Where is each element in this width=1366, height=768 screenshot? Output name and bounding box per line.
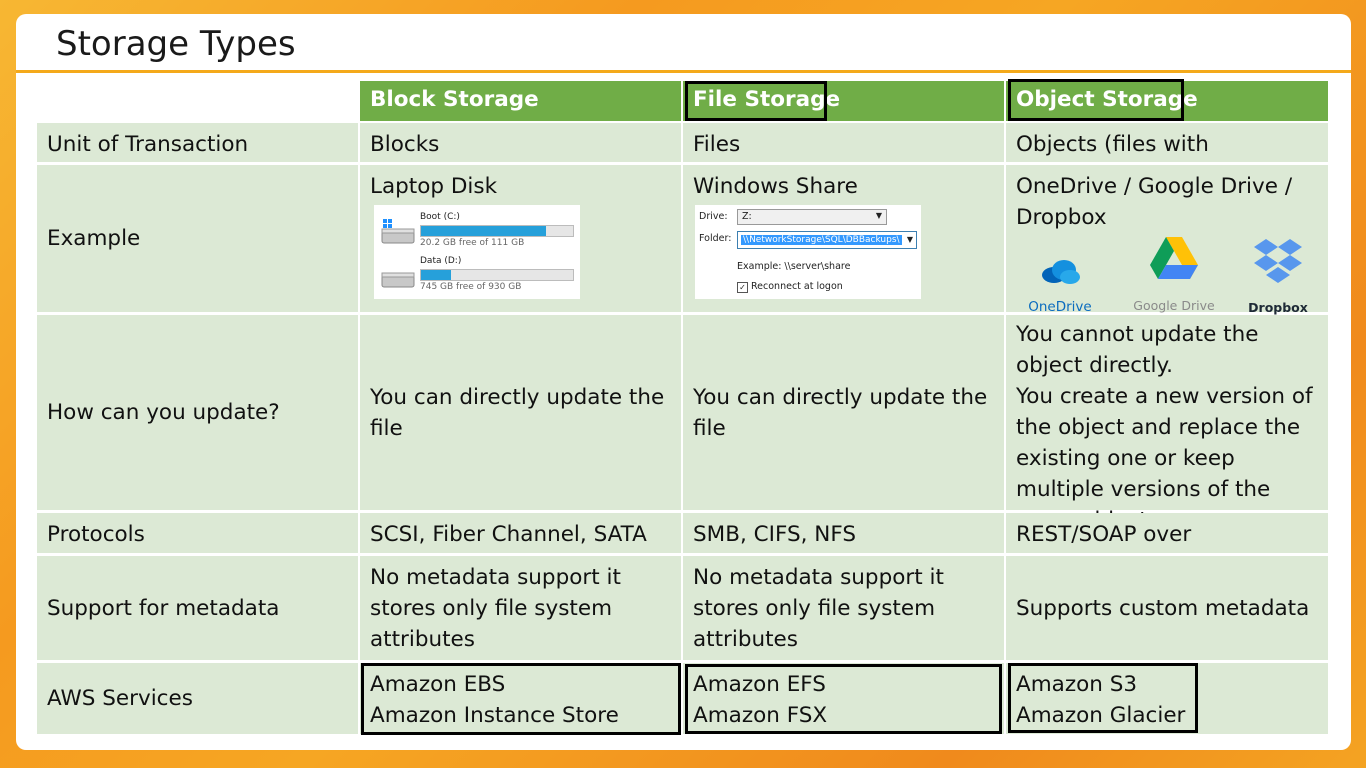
drive-select-value: Z: (742, 211, 752, 222)
example-block-text: Laptop Disk (370, 174, 498, 199)
cell-object: Amazon S3 Amazon Glacier (1006, 663, 1328, 734)
reconnect-checkbox[interactable]: ✓ Reconnect at logon (737, 281, 843, 293)
dropbox-icon (1254, 239, 1302, 283)
folder-input[interactable]: \\NetworkStorage\SQL\DBBackups\ ▼ (737, 231, 917, 249)
row-label: Unit of Transaction (37, 123, 358, 162)
drive-usage-fill (421, 226, 546, 236)
row-label: Protocols (37, 513, 358, 553)
drive-free-text: 20.2 GB free of 111 GB (420, 238, 525, 248)
header-row: Block Storage File Storage Object Storag… (37, 81, 1328, 121)
row-unit: Unit of Transaction Blocks Files Objects… (37, 123, 1328, 188)
row-label: Support for metadata (37, 556, 358, 660)
row-label-text: AWS Services (47, 686, 193, 711)
cell-file: Windows Share Drive: Z: ▼ Folder: \\Netw… (683, 165, 1004, 312)
row-protocols: Protocols SCSI, Fiber Channel, SATA SMB,… (37, 513, 1328, 578)
row-aws: AWS Services Amazon EBS Amazon Instance … (37, 663, 1328, 734)
checkbox-checked-icon: ✓ (737, 282, 748, 293)
header-block-storage: Block Storage (360, 81, 681, 121)
row-update: How can you update? You can directly upd… (37, 315, 1328, 533)
disk-widget: Boot (C:) 20.2 GB free of 111 GB Data (D… (374, 205, 580, 299)
row-label-text: How can you update? (47, 400, 280, 425)
header-object-storage: Object Storage (1006, 81, 1328, 121)
cell-block: Amazon EBS Amazon Instance Store (360, 663, 681, 734)
slide: Storage Types Block Storage File Storage… (16, 14, 1351, 750)
row-example: Example Laptop Disk Boot (C:) 20.2 GB fr… (37, 165, 1328, 315)
row-label: Example (37, 165, 358, 312)
folder-label: Folder: (699, 233, 732, 244)
title-bar: Storage Types (16, 14, 1351, 73)
onedrive-logo: OneDrive (1024, 257, 1096, 323)
row-metadata: Support for metadata No metadata support… (37, 556, 1328, 660)
cell-object: Supports custom metadata (1006, 556, 1328, 660)
page-title: Storage Types (56, 24, 296, 64)
google-drive-icon (1150, 237, 1198, 279)
cell-block: Blocks (360, 123, 681, 162)
cell-object: REST/SOAP over HTTP/HTTPs (1006, 513, 1328, 578)
dropdown-arrow-icon: ▼ (906, 235, 913, 244)
example-hint: Example: \\server\share (737, 261, 851, 272)
dropbox-logo: Dropbox (1242, 237, 1314, 323)
cell-file: Amazon EFS Amazon FSX (683, 663, 1004, 734)
example-object-text: OneDrive / Google Drive / Dropbox (1016, 174, 1293, 230)
cell-file: Files (683, 123, 1004, 162)
dropdown-arrow-icon: ▼ (875, 211, 882, 220)
header-blank (37, 81, 358, 121)
cell-block: You can directly update the file (360, 315, 681, 510)
cell-object: You cannot update the object directly. Y… (1006, 315, 1328, 533)
row-label-text: Support for metadata (47, 595, 280, 621)
cell-block: SCSI, Fiber Channel, SATA (360, 513, 681, 553)
drive-label: Drive: (699, 211, 728, 222)
cell-text: Supports custom metadata (1016, 595, 1310, 621)
drive-usage-fill (421, 270, 452, 280)
cell-text: You can directly update the file (693, 384, 988, 441)
folder-input-value: \\NetworkStorage\SQL\DBBackups\ (741, 235, 902, 245)
header-file-storage: File Storage (683, 81, 1004, 121)
cell-text: You can directly update the file (370, 384, 665, 441)
row-label-text: Example (47, 226, 141, 251)
cell-object: OneDrive / Google Drive / Dropbox OneDri… (1006, 165, 1328, 315)
google-drive-logo: Google Drive (1126, 235, 1222, 321)
map-network-drive-widget: Drive: Z: ▼ Folder: \\NetworkStorage\SQL… (695, 205, 921, 299)
onedrive-cloud-icon (1042, 260, 1080, 284)
drive-usage-bar (420, 269, 574, 281)
cell-file: You can directly update the file (683, 315, 1004, 510)
reconnect-label: Reconnect at logon (751, 281, 843, 292)
drive-select[interactable]: Z: ▼ (737, 209, 887, 225)
drive-free-text: 745 GB free of 930 GB (420, 282, 522, 292)
cell-block: No metadata support it stores only file … (360, 556, 681, 660)
drive-c: Boot (C:) 20.2 GB free of 111 GB (380, 211, 574, 251)
cell-object: Objects (files with metadata) (1006, 123, 1328, 188)
drive-name: Data (D:) (420, 256, 462, 266)
cell-block: Laptop Disk Boot (C:) 20.2 GB free of 11… (360, 165, 681, 312)
drive-usage-bar (420, 225, 574, 237)
drive-d: Data (D:) 745 GB free of 930 GB (380, 255, 574, 295)
hard-drive-icon (381, 219, 415, 244)
cell-file: No metadata support it stores only file … (683, 556, 1004, 660)
row-label: AWS Services (37, 663, 358, 734)
hard-drive-icon (381, 272, 415, 288)
example-file-text: Windows Share (693, 174, 858, 199)
drive-name: Boot (C:) (420, 212, 460, 222)
row-label: How can you update? (37, 315, 358, 510)
cell-file: SMB, CIFS, NFS (683, 513, 1004, 553)
